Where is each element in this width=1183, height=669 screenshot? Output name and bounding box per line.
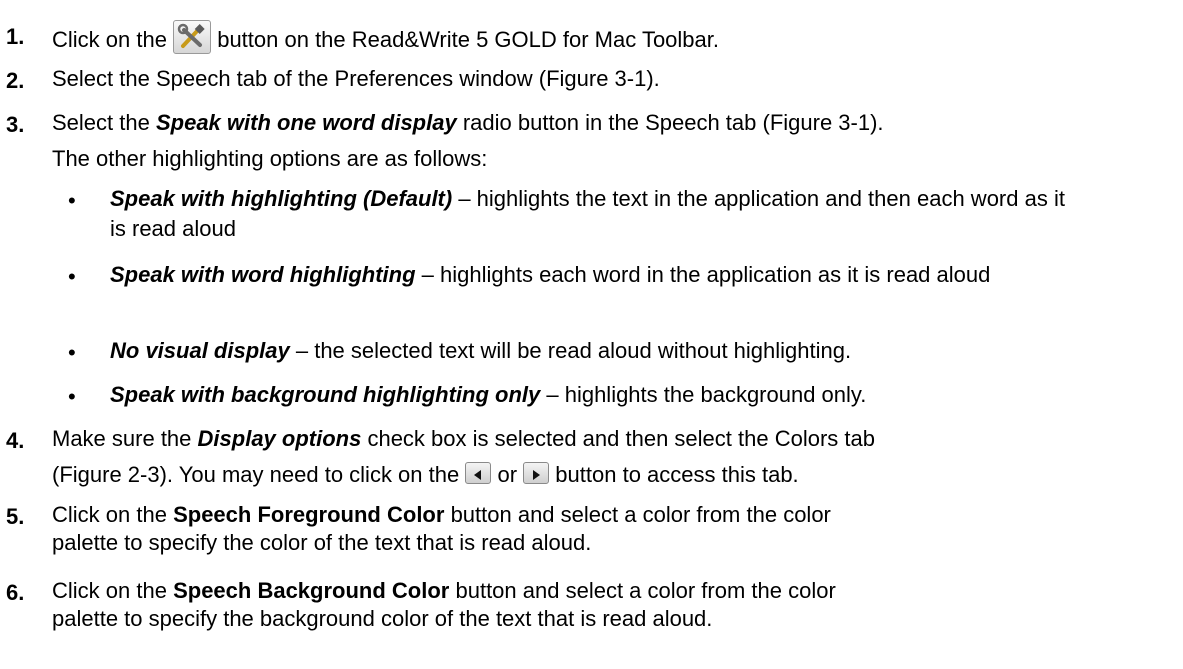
step-text: Make sure the Display options check box …: [52, 426, 875, 451]
tools-icon: [173, 20, 212, 54]
step-text-line2: palette to specify the color of the text…: [52, 530, 592, 555]
step-text-line2: The other highlighting options are as fo…: [52, 146, 488, 171]
step-text: Click on the Speech Background Color but…: [52, 578, 836, 603]
step-number: 2.: [6, 68, 25, 93]
step-text: Select the Speak with one word display r…: [52, 110, 884, 135]
step-number: 5.: [6, 504, 25, 529]
step-text-line2: (Figure 2-3). You may need to click on t…: [52, 462, 799, 487]
step-text-line2: palette to specify the background color …: [52, 606, 713, 631]
step-number: 4.: [6, 428, 25, 453]
step-text: Click on the Speech Foreground Color but…: [52, 502, 831, 527]
left-arrow-icon: [465, 462, 492, 485]
right-arrow-icon: [523, 462, 550, 485]
step-number: 1.: [6, 24, 25, 49]
step-text: Click on the button on the Read&Write 5 …: [52, 20, 1175, 58]
step-text: Select the Speech tab of the Preferences…: [52, 66, 660, 91]
step-number: 6.: [6, 580, 25, 605]
step-number: 3.: [6, 112, 25, 137]
